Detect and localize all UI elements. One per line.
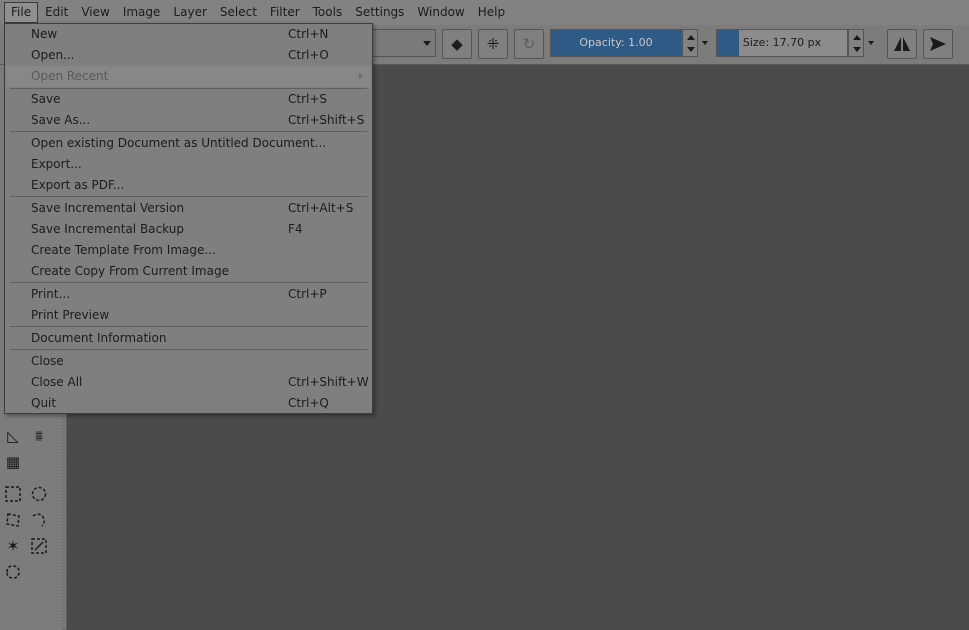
polygon-select-icon	[6, 513, 20, 527]
grid-icon: ▦	[5, 453, 21, 471]
menu-view[interactable]: View	[75, 2, 115, 23]
menu-item-save-incremental-version[interactable]: Save Incremental Version Ctrl+Alt+S	[6, 198, 371, 219]
eraser-mode-button[interactable]: ◆	[442, 29, 472, 59]
ellipse-select-icon	[31, 486, 47, 502]
grid-tool[interactable]: ▦	[2, 451, 24, 473]
rect-select-icon	[5, 486, 21, 502]
menu-separator	[10, 349, 367, 350]
measure-icon: ◺	[7, 427, 19, 445]
measure-tool[interactable]: ◺	[2, 425, 24, 447]
checker-icon: ⁜	[486, 35, 500, 53]
menu-item-create-template[interactable]: Create Template From Image...	[6, 240, 371, 261]
chevron-down-icon	[423, 41, 431, 46]
similar-select-icon	[31, 538, 47, 554]
freehand-select-tool[interactable]	[28, 509, 50, 531]
ellipse-select-tool[interactable]	[28, 483, 50, 505]
menu-item-save-as[interactable]: Save As... Ctrl+Shift+S	[6, 110, 371, 131]
menu-item-export-pdf[interactable]: Export as PDF...	[6, 175, 371, 196]
opacity-slider-label: Opacity: 1.00	[579, 36, 653, 49]
file-menu: New Ctrl+N Open... Ctrl+O Open Recent Sa…	[4, 23, 373, 414]
menu-edit[interactable]: Edit	[39, 2, 74, 23]
polygon-select-tool[interactable]	[2, 509, 24, 531]
menu-item-close-all[interactable]: Close All Ctrl+Shift+W	[6, 372, 371, 393]
eraser-icon: ◆	[451, 35, 463, 53]
menu-item-open-as-untitled[interactable]: Open existing Document as Untitled Docum…	[6, 133, 371, 154]
menu-item-save[interactable]: Save Ctrl+S	[6, 89, 371, 110]
reload-preset-button[interactable]: ↻	[514, 29, 544, 59]
menu-settings[interactable]: Settings	[349, 2, 410, 23]
perspective-grid-tool[interactable]: ⩩	[28, 425, 50, 447]
similar-color-select-tool[interactable]	[28, 535, 50, 557]
menu-item-save-incremental-backup[interactable]: Save Incremental Backup F4	[6, 219, 371, 240]
menu-item-quit[interactable]: Quit Ctrl+Q	[6, 393, 371, 414]
menu-file[interactable]: File	[4, 2, 39, 23]
menu-separator	[10, 282, 367, 283]
menu-image[interactable]: Image	[117, 2, 167, 23]
arrow-right-icon	[930, 37, 946, 51]
menu-layer[interactable]: Layer	[167, 2, 212, 23]
menu-item-open[interactable]: Open... Ctrl+O	[6, 45, 371, 66]
size-slider[interactable]: Size: 17.70 px	[716, 29, 848, 57]
menu-item-new[interactable]: New Ctrl+N	[6, 24, 371, 45]
menu-select[interactable]: Select	[214, 2, 263, 23]
bezier-select-icon	[6, 565, 20, 579]
menu-filter[interactable]: Filter	[264, 2, 306, 23]
preserve-alpha-button[interactable]: ⁜	[478, 29, 508, 59]
size-menu-arrow[interactable]	[868, 41, 874, 45]
mirror-vertical-button[interactable]	[923, 29, 953, 59]
reload-icon: ↻	[522, 35, 536, 53]
size-spinner[interactable]	[848, 29, 864, 57]
menu-item-document-information[interactable]: Document Information	[6, 328, 371, 349]
menu-tools[interactable]: Tools	[307, 2, 349, 23]
size-slider-label: Size: 17.70 px	[742, 36, 822, 49]
menu-separator	[10, 326, 367, 327]
menu-separator	[10, 196, 367, 197]
menu-item-close[interactable]: Close	[6, 351, 371, 372]
perspective-icon: ⩩	[34, 427, 43, 445]
menu-item-open-recent[interactable]: Open Recent	[6, 66, 371, 87]
menu-item-print-preview[interactable]: Print Preview	[6, 305, 371, 326]
menu-help[interactable]: Help	[472, 2, 511, 23]
opacity-slider[interactable]: Opacity: 1.00	[550, 29, 682, 57]
menu-window[interactable]: Window	[411, 2, 470, 23]
contiguous-select-tool[interactable]: ✶	[2, 535, 24, 557]
opacity-menu-arrow[interactable]	[702, 41, 708, 45]
menu-item-create-copy[interactable]: Create Copy From Current Image	[6, 261, 371, 282]
menubar: File Edit View Image Layer Select Filter…	[0, 0, 969, 25]
menu-separator	[10, 131, 367, 132]
blending-mode-combo[interactable]	[372, 29, 436, 57]
submenu-arrow-icon	[359, 73, 363, 79]
bezier-select-tool[interactable]	[2, 561, 24, 583]
opacity-spinner[interactable]	[682, 29, 698, 57]
menu-item-print[interactable]: Print... Ctrl+P	[6, 284, 371, 305]
magic-wand-icon: ✶	[6, 537, 20, 555]
mirror-horizontal-button[interactable]	[887, 29, 917, 59]
rect-select-tool[interactable]	[2, 483, 24, 505]
mirror-icon	[894, 37, 910, 51]
menu-item-export[interactable]: Export...	[6, 154, 371, 175]
freehand-select-icon	[32, 513, 46, 527]
